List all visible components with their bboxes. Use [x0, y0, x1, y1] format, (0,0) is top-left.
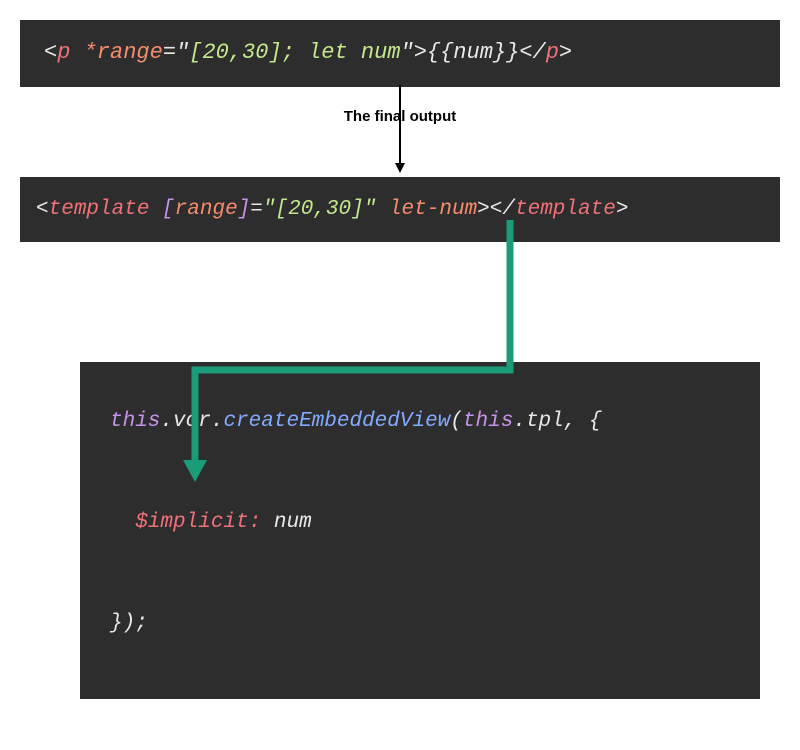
- range-attr: range: [175, 198, 238, 221]
- close-paren-brace: });: [110, 612, 148, 635]
- angle-open: <: [44, 40, 57, 65]
- let-num-attr: let-num: [389, 198, 477, 221]
- paren-open: (: [450, 410, 463, 433]
- close-tag-template: template: [515, 198, 616, 221]
- gt: >: [414, 40, 427, 65]
- let-num: ; let num: [282, 40, 401, 65]
- close-gt-2: >: [616, 198, 629, 221]
- code-block-1: <p *range="[20,30]; let num">{{num}}</p>: [20, 20, 780, 87]
- dot-2: .: [211, 410, 224, 433]
- arrow-1: [399, 85, 401, 173]
- array-literal: [20,30]: [189, 40, 281, 65]
- tpl: tpl: [526, 410, 564, 433]
- quote-close-2: ": [364, 198, 377, 221]
- implicit-key: $implicit:: [110, 511, 261, 534]
- dot-1: .: [160, 410, 173, 433]
- space-2: [376, 198, 389, 221]
- vcr: vcr: [173, 410, 211, 433]
- code-block-3: this.vcr.createEmbeddedView(this.tpl, { …: [80, 362, 760, 699]
- create-embedded-view: createEmbeddedView: [223, 410, 450, 433]
- array-literal-2: [20,30]: [276, 198, 364, 221]
- right-bracket: ]: [238, 198, 251, 221]
- quote-open-2: ": [263, 198, 276, 221]
- num-value: num: [261, 511, 311, 534]
- tag-p: p: [57, 40, 83, 65]
- dot-3: .: [513, 410, 526, 433]
- this-2: this: [463, 410, 513, 433]
- star-range-attr: *range: [84, 40, 163, 65]
- close-angle-open: </: [519, 40, 545, 65]
- arrow-1-head: [395, 163, 405, 173]
- close-tag-p: p: [546, 40, 559, 65]
- left-bracket: [: [162, 198, 175, 221]
- gt-2: >: [477, 198, 490, 221]
- space-1: [149, 198, 162, 221]
- angle-open-2: <: [36, 198, 49, 221]
- arrow-label: The final output: [344, 108, 456, 125]
- close-quote: ": [400, 40, 413, 65]
- interpolation: {{num}}: [427, 40, 519, 65]
- this-1: this: [110, 410, 160, 433]
- eq-2: =: [250, 198, 263, 221]
- tag-template: template: [49, 198, 150, 221]
- comma-brace: , {: [564, 410, 602, 433]
- eq-quote: =": [163, 40, 189, 65]
- code-block-2: <template [range]="[20,30]" let-num></te…: [20, 177, 780, 242]
- close-gt: >: [559, 40, 572, 65]
- close-angle-open-2: </: [490, 198, 515, 221]
